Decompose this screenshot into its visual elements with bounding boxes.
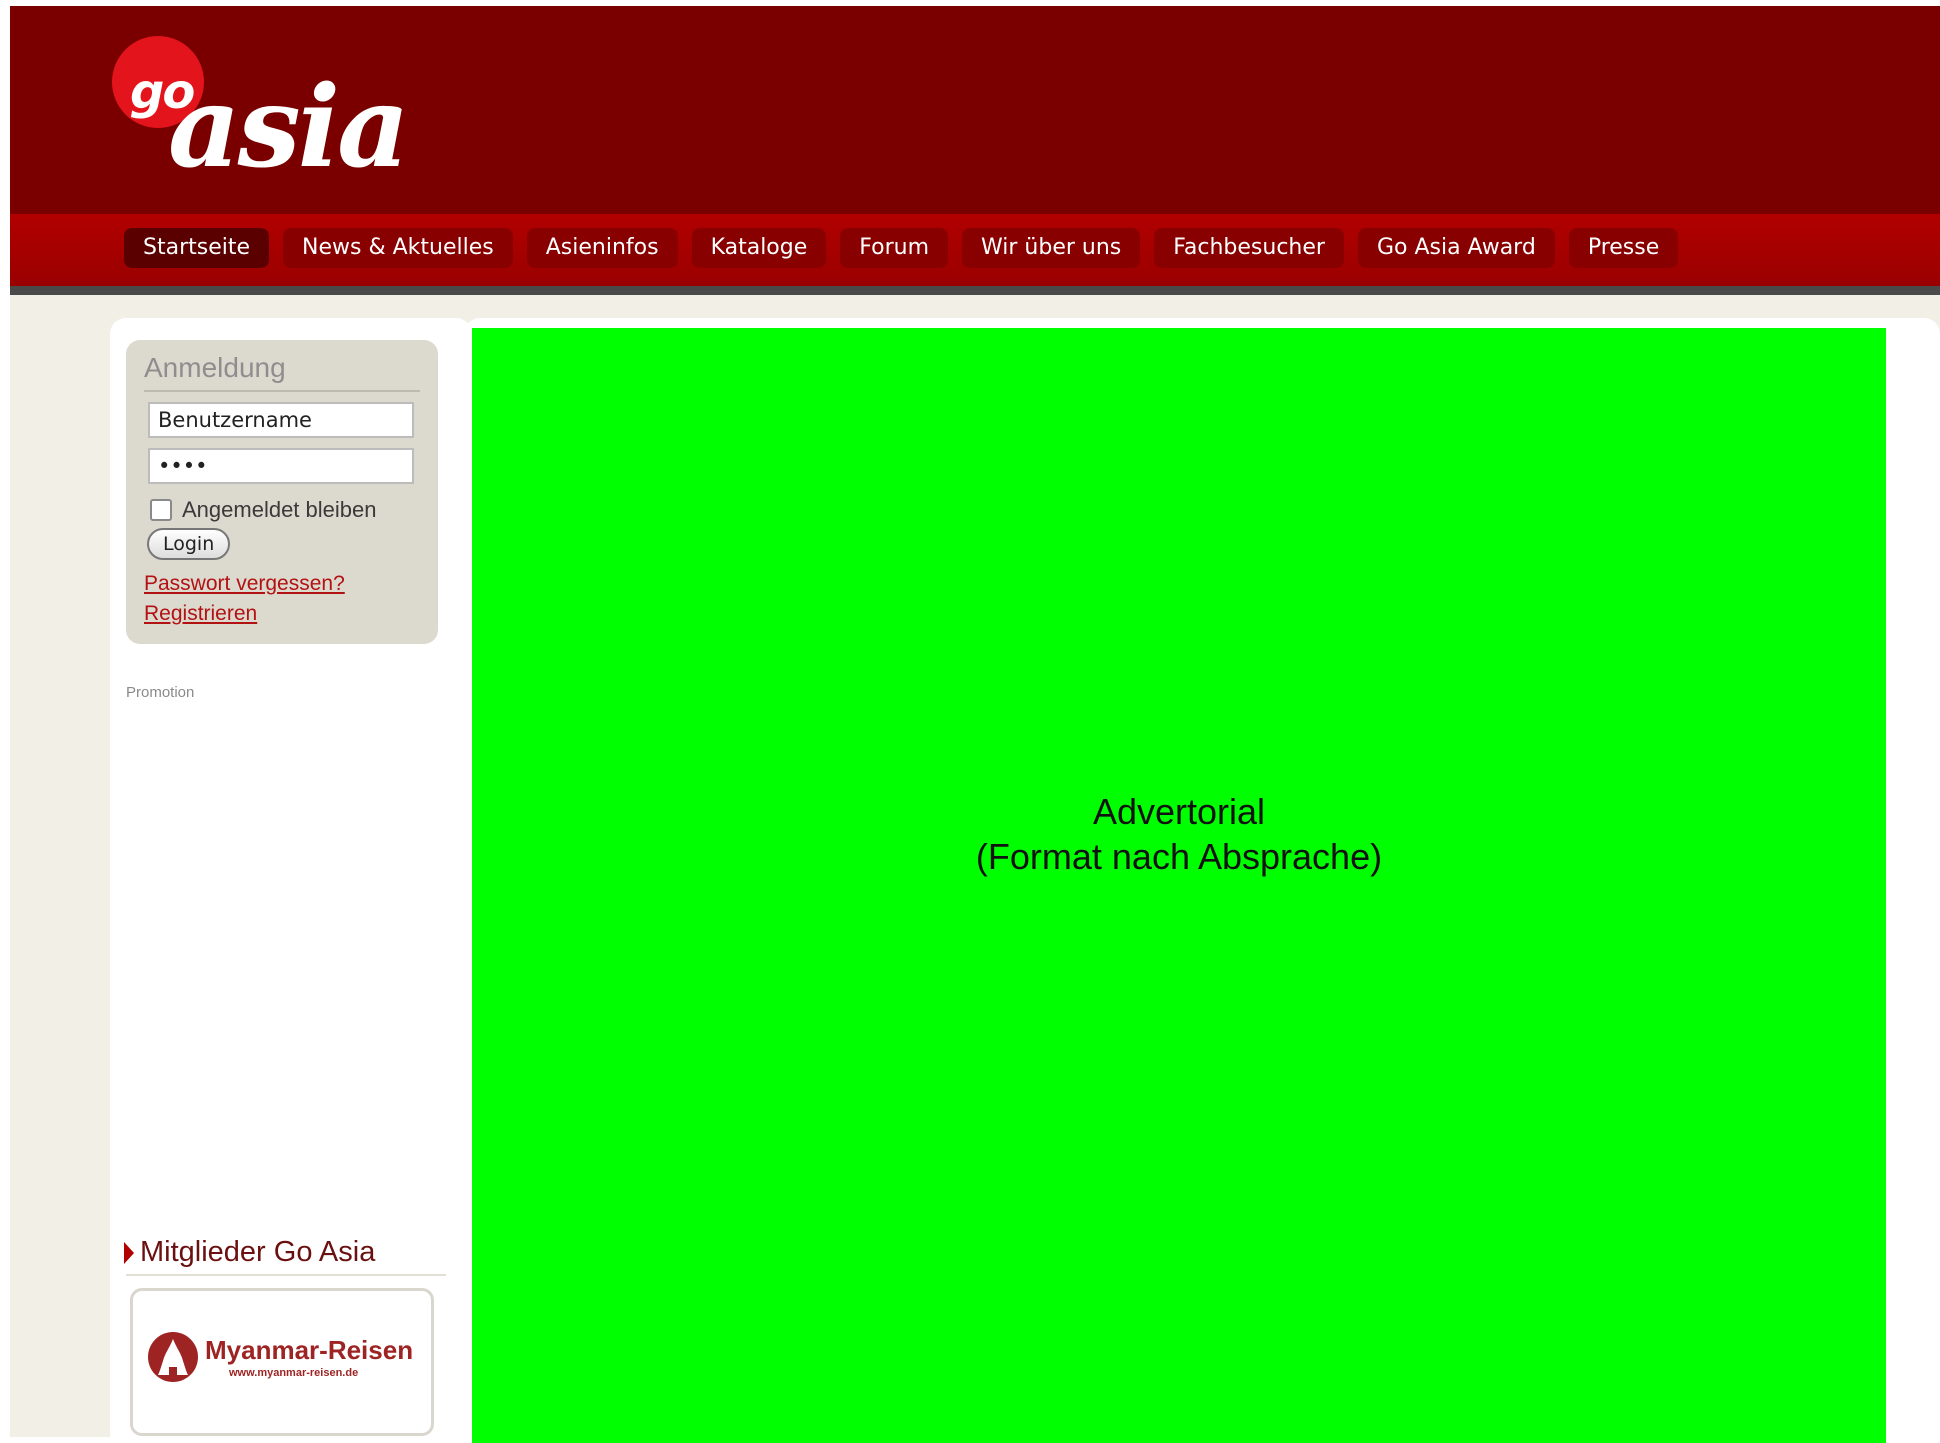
advertorial-text: Advertorial (Format nach Absprache) — [976, 789, 1382, 879]
nav-item-asieninfos[interactable]: Asieninfos — [526, 228, 678, 268]
members-title: Mitglieder Go Asia — [140, 1236, 376, 1268]
remember-checkbox[interactable] — [150, 499, 172, 521]
login-divider — [144, 390, 420, 392]
remember-me[interactable]: Angemeldet bleiben — [150, 497, 376, 523]
promotion-label: Promotion — [126, 684, 195, 701]
login-button[interactable]: Login — [147, 528, 231, 560]
site-header: go asia — [10, 6, 1940, 214]
advertorial-title: Advertorial — [1092, 790, 1266, 832]
username-input[interactable] — [148, 402, 414, 438]
members-divider — [126, 1274, 446, 1276]
member-card-myanmar-reisen[interactable]: Myanmar-Reisen www.myanmar-reisen.de — [130, 1288, 434, 1436]
advertorial-format-note: (Format nach Absprache) — [975, 835, 1383, 877]
forgot-password-link[interactable]: Passwort vergessen? — [144, 572, 345, 596]
member-url: www.myanmar-reisen.de — [229, 1367, 359, 1379]
arrow-right-icon — [124, 1241, 134, 1264]
remember-label: Angemeldet bleiben — [182, 497, 377, 522]
advertorial-placeholder[interactable]: Advertorial (Format nach Absprache) — [472, 328, 1886, 1443]
login-box: Anmeldung Angemeldet bleiben Login Passw… — [126, 340, 438, 644]
nav-item-kataloge[interactable]: Kataloge — [691, 228, 827, 268]
logo-asia-text: asia — [168, 62, 410, 193]
main-navigation: Startseite News & Aktuelles Asieninfos K… — [124, 228, 1679, 268]
page: go asia Startseite News & Aktuelles Asie… — [10, 6, 1940, 1443]
register-link[interactable]: Registrieren — [144, 602, 257, 626]
go-asia-logo[interactable]: go asia — [110, 34, 440, 204]
nav-item-news-aktuelles[interactable]: News & Aktuelles — [283, 228, 513, 268]
members-heading[interactable]: Mitglieder Go Asia — [124, 1236, 375, 1269]
nav-item-wir-ueber-uns[interactable]: Wir über uns — [962, 228, 1141, 268]
login-title: Anmeldung — [144, 352, 286, 383]
nav-item-fachbesucher[interactable]: Fachbesucher — [1154, 228, 1344, 268]
nav-item-presse[interactable]: Presse — [1568, 228, 1679, 268]
nav-divider — [10, 286, 1940, 295]
nav-item-go-asia-award[interactable]: Go Asia Award — [1357, 228, 1555, 268]
sidebar: Anmeldung Angemeldet bleiben Login Passw… — [110, 318, 472, 1443]
password-input[interactable] — [148, 448, 414, 484]
myanmar-pagoda-icon — [148, 1332, 198, 1382]
nav-item-forum[interactable]: Forum — [840, 228, 949, 268]
nav-item-startseite[interactable]: Startseite — [124, 228, 270, 268]
member-name: Myanmar-Reisen — [205, 1335, 414, 1365]
